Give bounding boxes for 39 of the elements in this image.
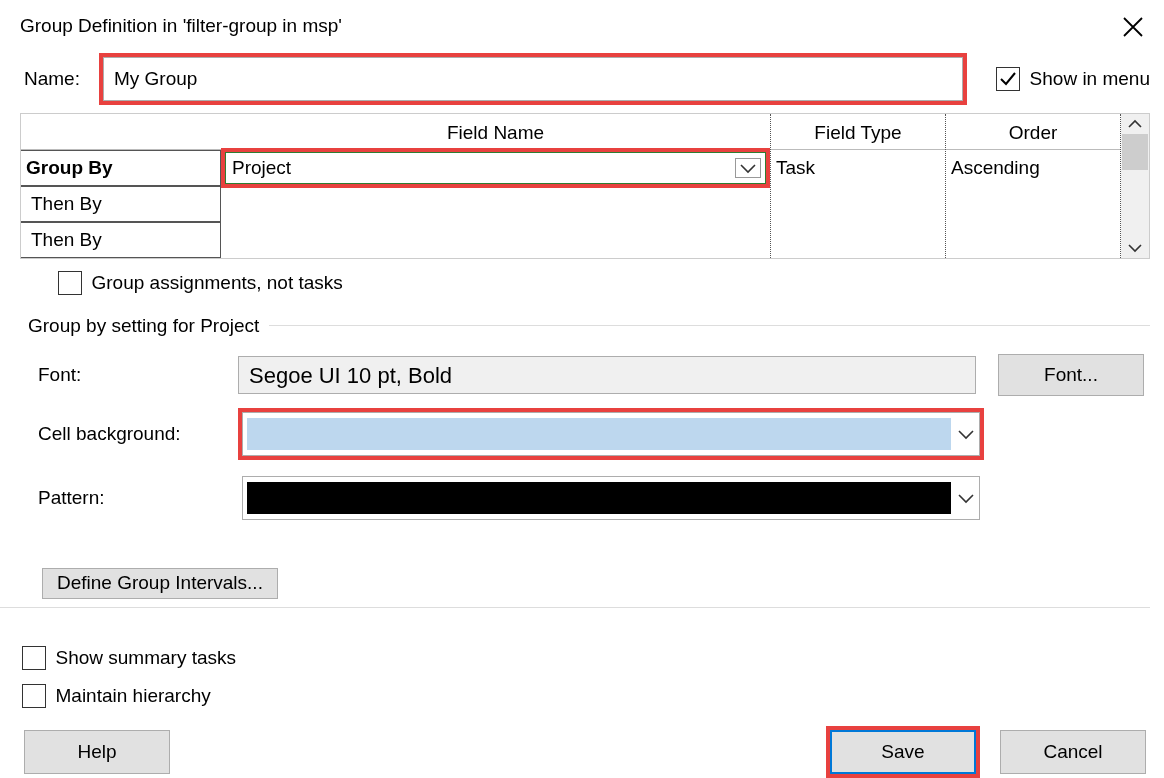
scroll-up-icon[interactable]: [1127, 118, 1143, 130]
row-header[interactable]: Then By: [21, 222, 221, 258]
scroll-thumb[interactable]: [1122, 134, 1148, 170]
field-label: Font:: [38, 362, 83, 387]
checkbox-label: Group assignments, not tasks: [91, 271, 343, 295]
checkbox-label: Maintain hierarchy: [55, 683, 211, 708]
combo-box[interactable]: Project: [225, 152, 766, 184]
table-cell-text: Ascending: [951, 155, 1040, 180]
field-label: Cell background:: [38, 421, 182, 446]
column-header: Field Name: [446, 120, 545, 145]
scrollbar[interactable]: [1121, 114, 1149, 258]
checkbox-label: Show in menu: [1029, 66, 1150, 91]
close-icon[interactable]: [1122, 15, 1144, 38]
row-header[interactable]: Then By: [21, 186, 221, 222]
field-label: Pattern:: [38, 485, 106, 510]
dropdown-icon[interactable]: [957, 428, 975, 440]
checkbox[interactable]: [58, 271, 82, 296]
pattern-dropdown[interactable]: [242, 476, 980, 520]
font-button[interactable]: Font...: [998, 354, 1144, 396]
column-header: Field Type: [814, 120, 902, 145]
dialog-button[interactable]: Save: [830, 730, 976, 774]
name-label: Name:: [23, 66, 80, 91]
dropdown-icon[interactable]: [735, 158, 761, 178]
column-header: Order: [1008, 120, 1058, 145]
font-field: Segoe UI 10 pt, Bold: [238, 356, 976, 394]
name-field[interactable]: My Group: [102, 57, 964, 101]
dialog-button[interactable]: Help: [24, 730, 170, 774]
window-title: Group Definition in 'filter-group in msp': [20, 14, 342, 39]
checkbox[interactable]: [22, 683, 46, 708]
checkbox-label: Show summary tasks: [55, 645, 237, 670]
table-cell-text: Task: [776, 155, 816, 180]
row-header[interactable]: Group By: [21, 150, 221, 186]
dropdown-icon[interactable]: [957, 492, 975, 504]
checkbox[interactable]: [996, 67, 1021, 91]
checkbox[interactable]: [22, 645, 46, 670]
section-title: Group by setting for Project: [28, 313, 260, 338]
define-intervals-button[interactable]: Define Group Intervals...: [42, 568, 278, 599]
scroll-down-icon[interactable]: [1127, 242, 1143, 254]
dialog-button[interactable]: Cancel: [1000, 730, 1146, 774]
